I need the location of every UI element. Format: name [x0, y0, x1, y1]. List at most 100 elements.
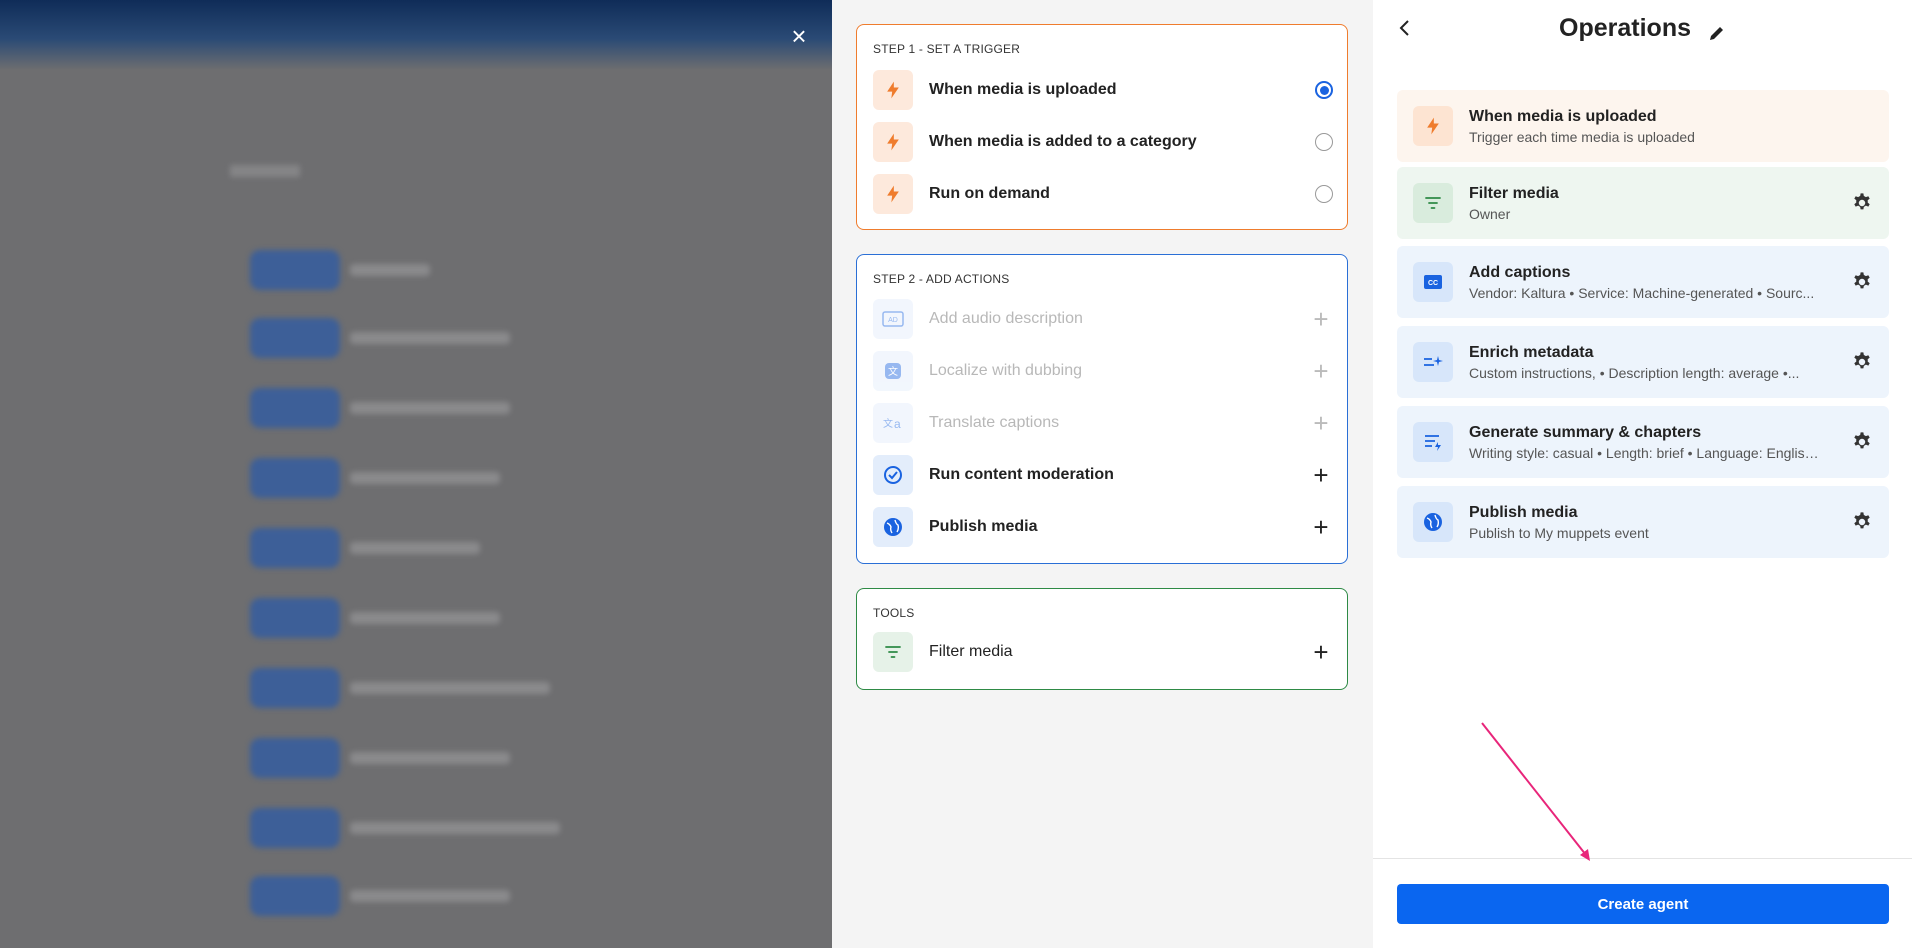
trigger-option-run-on-demand[interactable]: Run on demand	[873, 174, 1333, 214]
gear-icon[interactable]	[1849, 190, 1875, 216]
builder-panel: STEP 1 - SET A TRIGGER When media is upl…	[832, 0, 1373, 948]
add-action-plus-icon[interactable]: +	[1309, 514, 1333, 540]
operation-name: Add captions	[1469, 263, 1571, 281]
blurred-text	[350, 890, 510, 902]
trigger-option-added-to-category[interactable]: When media is added to a category	[873, 122, 1333, 162]
action-label: Publish media	[929, 518, 1038, 535]
action-run-content-moderation[interactable]: Run content moderation +	[873, 455, 1333, 495]
translate-icon: 文a	[873, 403, 913, 443]
pencil-icon[interactable]	[1708, 20, 1726, 41]
action-add-audio-description[interactable]: AD Add audio description +	[873, 299, 1333, 339]
cc-icon: CC	[1413, 262, 1453, 302]
actions-card: STEP 2 - ADD ACTIONS AD Add audio descri…	[856, 254, 1348, 564]
operation-filter-media[interactable]: Filter media Owner	[1397, 167, 1889, 239]
blurred-text	[350, 542, 480, 554]
check-circle-icon	[873, 455, 913, 495]
blurred-row	[250, 738, 340, 778]
blurred-text	[350, 402, 510, 414]
blurred-text	[350, 682, 550, 694]
bolt-icon	[873, 174, 913, 214]
gear-icon[interactable]	[1849, 349, 1875, 375]
operations-title: Operations	[1559, 14, 1692, 42]
trigger-card-title: STEP 1 - SET A TRIGGER	[873, 42, 1021, 56]
filter-icon	[1413, 183, 1453, 223]
blurred-background: ×	[0, 0, 832, 948]
blurred-title	[230, 165, 300, 177]
gear-icon[interactable]	[1849, 429, 1875, 455]
actions-card-title: STEP 2 - ADD ACTIONS	[873, 272, 1010, 286]
svg-text:文: 文	[883, 417, 893, 430]
page-title: Operations	[1373, 14, 1912, 43]
operation-description: Publish to My muppets event	[1469, 524, 1649, 541]
add-action-plus-icon[interactable]: +	[1309, 306, 1333, 332]
trigger-option-label: When media is uploaded	[929, 81, 1117, 98]
blurred-text	[350, 752, 510, 764]
bolt-icon	[1413, 106, 1453, 146]
gear-icon[interactable]	[1849, 509, 1875, 535]
operations-panel: Operations When media is uploaded Trigge…	[1373, 0, 1912, 948]
blurred-row	[250, 668, 340, 708]
operation-add-captions[interactable]: CC Add captions Vendor: Kaltura • Servic…	[1397, 246, 1889, 318]
tool-label: Filter media	[929, 643, 1013, 660]
enrich-icon	[1413, 342, 1453, 382]
tools-card-title: TOOLS	[873, 606, 915, 620]
add-action-plus-icon[interactable]: +	[1309, 358, 1333, 384]
svg-text:a: a	[894, 417, 901, 431]
bolt-icon	[873, 122, 913, 162]
operation-description: Trigger each time media is uploaded	[1469, 128, 1695, 145]
operation-name: Publish media	[1469, 503, 1578, 521]
globe-icon	[1413, 502, 1453, 542]
svg-text:AD: AD	[888, 317, 898, 324]
operation-trigger-media-uploaded[interactable]: When media is uploaded Trigger each time…	[1397, 90, 1889, 162]
dubbing-icon: 文	[873, 351, 913, 391]
blurred-row	[250, 528, 340, 568]
blurred-text	[350, 332, 510, 344]
blurred-row	[250, 250, 340, 290]
blurred-text	[350, 264, 430, 276]
blurred-row	[250, 598, 340, 638]
action-label: Localize with dubbing	[929, 362, 1082, 379]
filter-icon	[873, 632, 913, 672]
blurred-row	[250, 388, 340, 428]
summary-icon	[1413, 422, 1453, 462]
action-translate-captions[interactable]: 文a Translate captions +	[873, 403, 1333, 443]
audio-description-icon: AD	[873, 299, 913, 339]
action-publish-media[interactable]: Publish media +	[873, 507, 1333, 547]
radio-unselected[interactable]	[1315, 133, 1333, 151]
blurred-row	[250, 318, 340, 358]
operation-name: Enrich metadata	[1469, 343, 1594, 361]
blurred-text	[350, 472, 500, 484]
close-icon: ×	[791, 21, 807, 51]
operation-enrich-metadata[interactable]: Enrich metadata Custom instructions, • D…	[1397, 326, 1889, 398]
operation-generate-summary[interactable]: Generate summary & chapters Writing styl…	[1397, 406, 1889, 478]
trigger-option-label: Run on demand	[929, 185, 1050, 202]
operation-publish-media[interactable]: Publish media Publish to My muppets even…	[1397, 486, 1889, 558]
tools-card: TOOLS Filter media +	[856, 588, 1348, 690]
operation-name: Generate summary & chapters	[1469, 423, 1702, 441]
create-agent-button[interactable]: Create agent	[1397, 884, 1889, 924]
bolt-icon	[873, 70, 913, 110]
blurred-text	[350, 612, 500, 624]
operation-name: When media is uploaded	[1469, 107, 1657, 125]
operation-description: Owner	[1469, 205, 1511, 222]
trigger-option-media-uploaded[interactable]: When media is uploaded	[873, 70, 1333, 110]
radio-unselected[interactable]	[1315, 185, 1333, 203]
action-localize-dubbing[interactable]: 文 Localize with dubbing +	[873, 351, 1333, 391]
radio-selected[interactable]	[1315, 81, 1333, 99]
blurred-row	[250, 808, 340, 848]
gear-icon[interactable]	[1849, 269, 1875, 295]
footer-divider	[1373, 858, 1912, 859]
action-label: Add audio description	[929, 310, 1083, 327]
blurred-header	[0, 0, 832, 70]
add-action-plus-icon[interactable]: +	[1309, 462, 1333, 488]
trigger-option-label: When media is added to a category	[929, 133, 1197, 150]
blurred-row	[250, 458, 340, 498]
operation-name: Filter media	[1469, 184, 1559, 202]
blurred-text	[350, 822, 560, 834]
tool-filter-media[interactable]: Filter media +	[873, 632, 1333, 672]
close-button[interactable]: ×	[785, 22, 813, 50]
annotation-arrow	[1481, 722, 1590, 861]
add-tool-plus-icon[interactable]: +	[1309, 639, 1333, 665]
add-action-plus-icon[interactable]: +	[1309, 410, 1333, 436]
blurred-row	[250, 876, 340, 916]
